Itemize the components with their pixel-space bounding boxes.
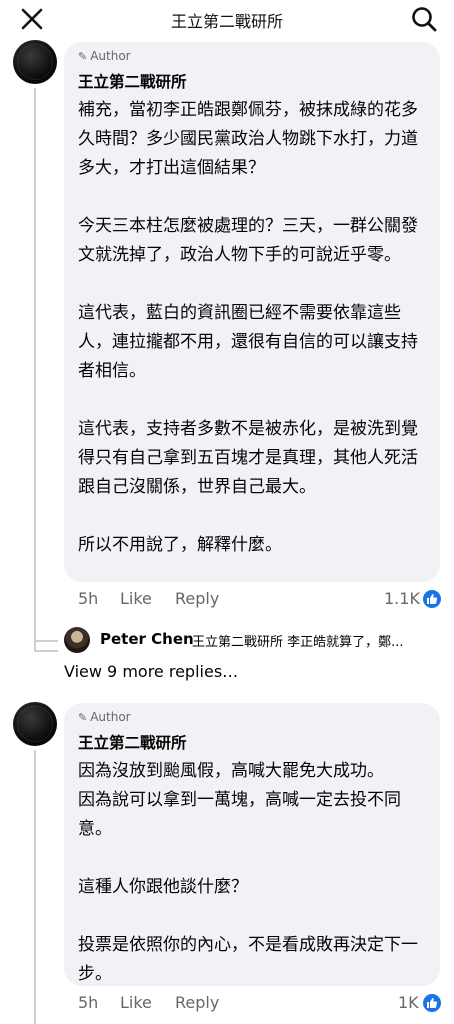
avatar[interactable] (13, 40, 57, 84)
thread-line (34, 88, 36, 650)
avatar[interactable] (64, 627, 90, 653)
reply-author-name[interactable]: Peter Chen (100, 630, 194, 648)
view-more-replies-link[interactable]: View 9 more replies… (64, 662, 238, 681)
comment-text: 補充，當初李正皓跟鄭佩芬，被抹成綠的花多久時間？多少國民黨政治人物跳下水打，力道… (78, 100, 418, 555)
thread-connector (34, 650, 58, 652)
like-button[interactable]: Like (120, 589, 152, 608)
comment-text: 因為沒放到颱風假，高喊大罷免大成功。 因為說可以拿到一萬塊，高喊一定去投不同意。… (78, 761, 418, 984)
thread-connector (34, 640, 58, 642)
top-bar: 王立第二戰研所 (0, 0, 454, 38)
reply-button[interactable]: Reply (175, 993, 219, 1012)
pencil-icon: ✎ (78, 50, 88, 63)
reply-text: 王立第二戰研所 李正皓就算了，鄭... (192, 635, 404, 650)
thumbs-up-icon (423, 994, 441, 1012)
search-icon[interactable] (411, 6, 437, 32)
reply-button[interactable]: Reply (175, 589, 219, 608)
reaction-count[interactable]: 1.1K (384, 589, 420, 608)
page-title: 王立第二戰研所 (170, 12, 283, 31)
comment-time: 5h (78, 589, 99, 608)
comment-author-name[interactable]: 王立第二戰研所 (78, 70, 187, 92)
comment-bubble[interactable]: ✎ Author 王立第二戰研所 因為沒放到颱風假，高喊大罷免大成功。 因為說可以… (64, 703, 440, 986)
pencil-icon: ✎ (78, 711, 88, 724)
reply-preview[interactable]: Peter Chen 王立第二戰研所 李正皓就算了，鄭... (64, 627, 454, 655)
author-badge: ✎ Author (78, 710, 131, 724)
reaction-count[interactable]: 1K (398, 993, 419, 1012)
thread-line (34, 750, 36, 1024)
thumbs-up-icon (423, 590, 441, 608)
comment-author-name[interactable]: 王立第二戰研所 (78, 731, 187, 753)
comment-bubble[interactable]: ✎ Author 王立第二戰研所 補充，當初李正皓跟鄭佩芬，被抹成綠的花多久時間？… (64, 42, 440, 582)
like-button[interactable]: Like (120, 993, 152, 1012)
avatar[interactable] (13, 702, 57, 746)
comment-time: 5h (78, 993, 99, 1012)
author-badge: ✎ Author (78, 49, 131, 63)
